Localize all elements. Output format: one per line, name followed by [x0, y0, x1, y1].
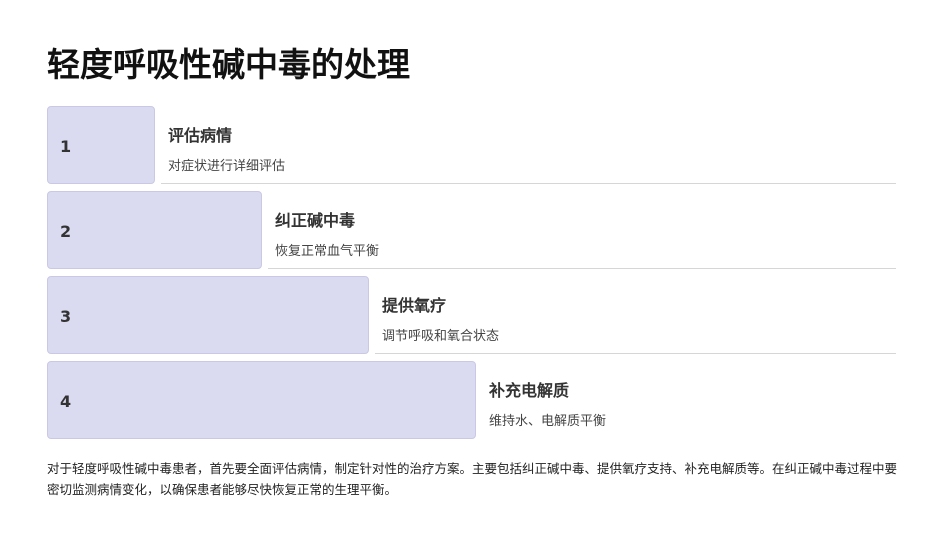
- step-divider: [161, 183, 896, 184]
- page-title: 轻度呼吸性碱中毒的处理: [47, 45, 410, 84]
- step-number: 4: [60, 392, 72, 411]
- step-number-box: 2: [47, 191, 262, 269]
- step-heading: 纠正碱中毒: [275, 211, 356, 230]
- summary-paragraph: 对于轻度呼吸性碱中毒患者，首先要全面评估病情，制定针对性的治疗方案。主要包括纠正…: [47, 461, 898, 497]
- step-heading: 补充电解质: [489, 381, 570, 400]
- step-heading: 评估病情: [168, 126, 233, 145]
- step-3: 3 提供氧疗 调节呼吸和氧合状态: [47, 276, 896, 354]
- step-2: 2 纠正碱中毒 恢复正常血气平衡: [47, 191, 896, 269]
- step-4: 4 补充电解质 维持水、电解质平衡: [47, 361, 896, 439]
- step-description: 调节呼吸和氧合状态: [382, 329, 500, 344]
- step-number: 3: [60, 307, 72, 326]
- step-number: 1: [60, 137, 72, 156]
- step-heading: 提供氧疗: [382, 296, 447, 315]
- step-number-box: 4: [47, 361, 476, 439]
- step-description: 对症状进行详细评估: [168, 159, 286, 174]
- step-number-box: 3: [47, 276, 369, 354]
- step-description: 维持水、电解质平衡: [489, 414, 607, 429]
- step-1: 1 评估病情 对症状进行详细评估: [47, 106, 896, 184]
- step-number-box: 1: [47, 106, 155, 184]
- step-description: 恢复正常血气平衡: [275, 244, 380, 259]
- step-divider: [375, 353, 896, 354]
- step-divider: [268, 268, 896, 269]
- step-number: 2: [60, 222, 72, 241]
